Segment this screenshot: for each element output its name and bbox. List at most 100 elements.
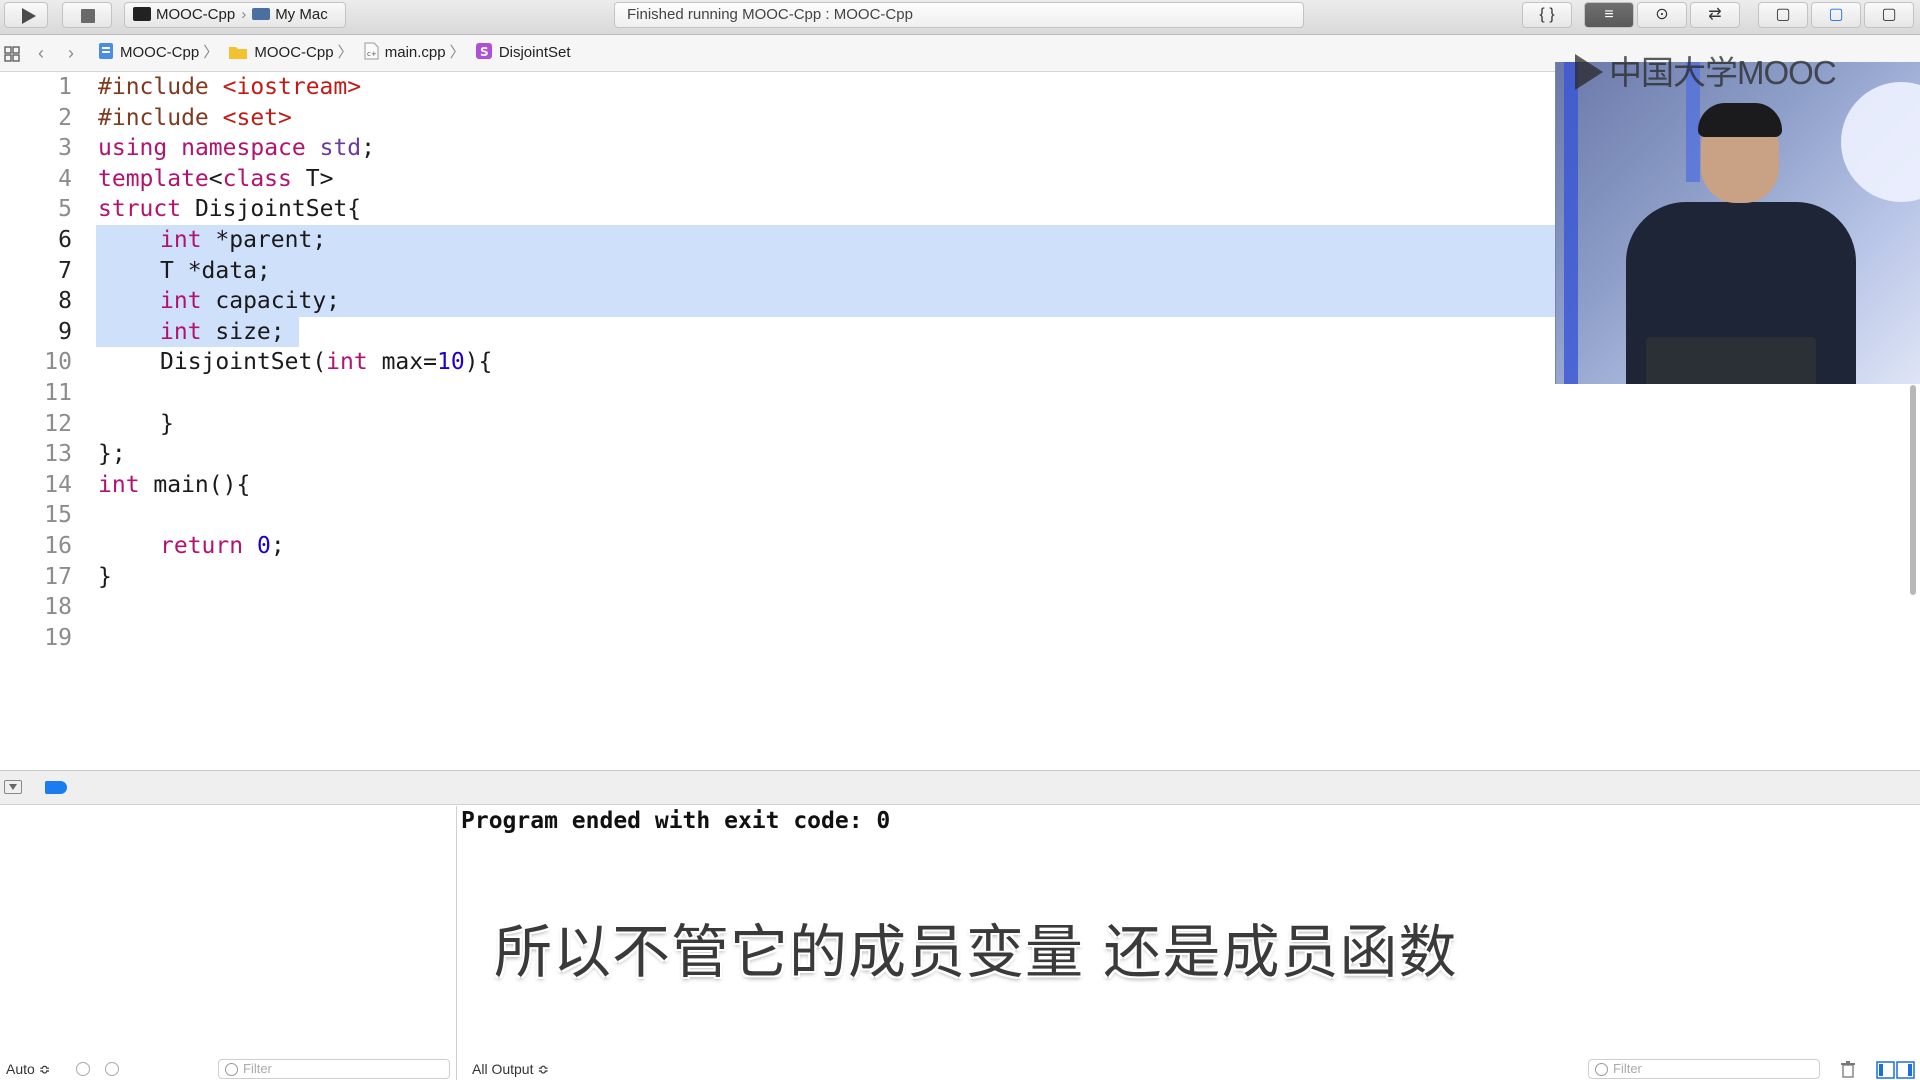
console-filter-input[interactable]: Filter	[1588, 1059, 1820, 1079]
code-line[interactable]: 10 DisjointSet(int max=10){	[0, 347, 1555, 378]
stop-button[interactable]	[62, 2, 112, 28]
keyword-token: int	[98, 471, 140, 498]
code-line[interactable]: 15	[0, 500, 1555, 531]
keyword-token: namespace	[181, 135, 306, 162]
code-line[interactable]: 14 int main(){	[0, 470, 1555, 501]
run-button[interactable]	[4, 2, 48, 28]
back-icon[interactable]: ‹	[38, 35, 44, 71]
code-line[interactable]: 4 template<class T>	[0, 164, 1555, 195]
breadcrumb-symbol[interactable]: S DisjointSet	[475, 35, 571, 71]
code-token: ){	[464, 349, 493, 376]
code-line[interactable]: 18	[0, 592, 1555, 623]
code-line[interactable]: 7 T *data;	[0, 256, 1555, 287]
inspector-toggle-button[interactable]: ▢	[1864, 2, 1914, 28]
code-line[interactable]: 8 int capacity;	[0, 286, 1555, 317]
number-token: 10	[436, 349, 465, 376]
navigator-toggle-button[interactable]: ▢	[1758, 2, 1808, 28]
split-view-icon[interactable]	[1876, 1061, 1916, 1079]
code-line[interactable]: 12}	[0, 409, 1555, 440]
code-text: template<class T>	[98, 164, 333, 195]
version-editor-button[interactable]: ⇄	[1690, 2, 1740, 28]
code-token: <	[208, 165, 223, 192]
code-text: int capacity;	[160, 286, 340, 317]
code-text: int *parent;	[160, 225, 326, 256]
code-token: DisjointSet(	[160, 349, 327, 376]
line-number: 14	[44, 471, 72, 498]
code-snippet-button[interactable]: { }	[1522, 2, 1572, 28]
editor-scrollbar[interactable]	[1910, 385, 1916, 595]
code-line[interactable]: 6 int *parent;	[0, 225, 1555, 256]
code-text: #include <iostream>	[98, 72, 361, 103]
code-line[interactable]: 19	[0, 623, 1555, 654]
console-output-selector[interactable]: All Output ≎	[472, 1058, 549, 1080]
hide-debug-area-icon[interactable]	[4, 780, 22, 794]
video-subtitle: 所以不管它的成员变量 还是成员函数	[494, 918, 1458, 986]
code-token: *parent;	[201, 227, 327, 253]
forward-icon[interactable]: ›	[68, 35, 74, 71]
code-text: T *data;	[160, 257, 271, 284]
keyword-token: struct	[98, 196, 182, 223]
code-token: main(){	[139, 471, 251, 498]
keyword-token: template	[98, 165, 209, 192]
struct-icon: S	[475, 43, 492, 59]
line-number: 15	[44, 502, 72, 529]
code-line[interactable]: 16 return 0;	[0, 531, 1555, 562]
code-text: int size;	[160, 317, 285, 348]
code-line[interactable]: 2 #include <set>	[0, 103, 1555, 134]
variables-filter-input[interactable]: Filter	[218, 1059, 450, 1079]
breadcrumb-label: MOOC-Cpp	[120, 44, 200, 61]
line-number: 18	[44, 594, 72, 621]
play-icon	[22, 8, 36, 24]
chevron-right-icon: 〉	[203, 44, 219, 61]
laptop	[1646, 337, 1816, 384]
code-line[interactable]: 1 #include <iostream>	[0, 72, 1555, 103]
code-line[interactable]: 5 struct DisjointSet{	[0, 194, 1555, 225]
number-token: 0	[256, 533, 271, 559]
svg-text:c+: c+	[367, 50, 377, 58]
code-token: ;	[270, 533, 285, 559]
terminal-icon	[133, 7, 151, 21]
line-number: 10	[44, 349, 72, 376]
line-number: 6	[58, 227, 72, 253]
line-number: 1	[58, 74, 72, 100]
line-number: 8	[58, 288, 72, 315]
breadcrumb-label: main.cpp	[384, 44, 446, 61]
code-text: #include <set>	[98, 103, 292, 134]
code-token: T>	[291, 165, 334, 192]
standard-editor-button[interactable]: ≡	[1584, 2, 1634, 28]
code-line[interactable]: 17}	[0, 562, 1555, 593]
code-token: ;	[361, 135, 375, 162]
breadcrumb-folder[interactable]: MOOC-Cpp	[228, 35, 334, 71]
code-text: struct DisjointSet{	[98, 194, 361, 225]
chevron-right-icon: 〉	[449, 44, 465, 61]
trash-icon[interactable]	[1840, 1061, 1856, 1078]
mac-icon	[252, 8, 271, 20]
assistant-editor-button[interactable]: ⊙	[1637, 2, 1687, 28]
info-icon[interactable]	[105, 1062, 119, 1076]
variables-view[interactable]	[0, 806, 457, 1080]
related-items-icon[interactable]	[4, 46, 20, 62]
eye-icon[interactable]	[76, 1062, 90, 1076]
breakpoints-toggle-icon[interactable]	[45, 781, 67, 794]
code-line[interactable]: 9 int size;	[0, 317, 1555, 348]
breadcrumb-project[interactable]: MOOC-Cpp	[98, 35, 199, 71]
keyword-token: int	[160, 288, 202, 315]
breadcrumb: MOOC-Cpp 〉 MOOC-Cpp 〉 c+ main.cpp 〉 S Disjoin…	[98, 35, 571, 71]
debug-area-toggle-button[interactable]: ▢	[1811, 2, 1861, 28]
namespace-token: std	[319, 135, 362, 162]
code-line[interactable]: 3 using namespace std;	[0, 133, 1555, 164]
code-line[interactable]: 13};	[0, 439, 1555, 470]
studio-light	[1841, 82, 1920, 202]
keyword-token: using	[98, 135, 168, 162]
line-number: 9	[58, 318, 72, 345]
code-line[interactable]: 11	[0, 378, 1555, 409]
svg-text:S: S	[480, 45, 489, 59]
breadcrumb-label: DisjointSet	[498, 44, 571, 61]
scheme-selector[interactable]: MOOC-Cpp › My Mac	[124, 2, 346, 28]
variables-scope-selector[interactable]: Auto ≎	[6, 1058, 50, 1080]
line-number: 7	[58, 257, 72, 284]
breadcrumb-file[interactable]: c+ main.cpp	[363, 35, 446, 71]
breadcrumb-label: MOOC-Cpp	[254, 44, 334, 61]
